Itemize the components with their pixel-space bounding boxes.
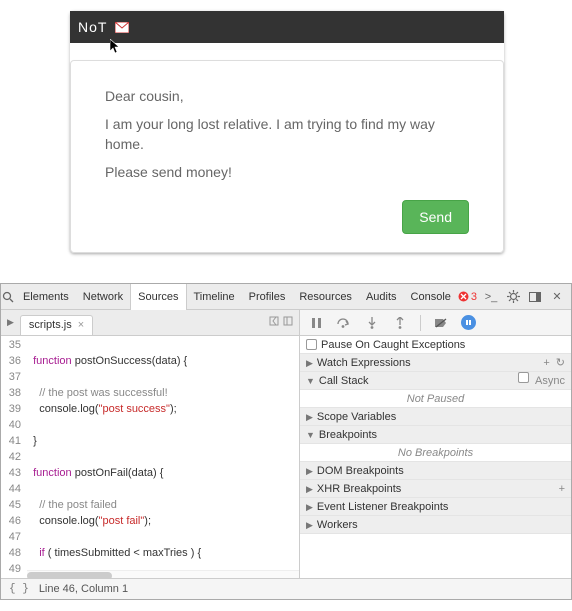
code-editor[interactable]: 3536373839404142434445464748495051525354… [1,336,299,580]
file-tab[interactable]: scripts.js × [20,315,93,335]
pause-exceptions-icon[interactable] [461,315,476,330]
devtools-footer: { } Line 46, Column 1 [1,578,571,599]
pause-icon[interactable] [308,315,324,331]
dock-icon[interactable] [527,289,543,305]
xhr-bp-header[interactable]: ▶XHR Breakpoints+ [300,480,571,498]
cursor-icon [110,39,122,58]
tab-timeline[interactable]: Timeline [187,284,242,310]
workers-header[interactable]: ▶Workers [300,516,571,534]
pause-caught-row[interactable]: Pause On Caught Exceptions [300,336,571,354]
app-header: NoT [70,11,504,43]
code-text: function postOnSuccess(data) { // the po… [27,336,299,580]
email-line: Dear cousin, [105,86,469,106]
drawer-icon[interactable]: >_ [483,289,499,305]
event-bp-header[interactable]: ▶Event Listener Breakpoints [300,498,571,516]
breakpoints-header[interactable]: ▼Breakpoints [300,426,571,444]
step-over-icon[interactable] [336,315,352,331]
scope-header[interactable]: ▶Scope Variables [300,408,571,426]
tab-elements[interactable]: Elements [16,284,76,310]
cursor-position: Line 46, Column 1 [39,583,128,595]
close-file-icon[interactable]: × [78,315,84,335]
add-icon[interactable]: + [559,480,565,498]
email-line: Please send money! [105,162,469,182]
gear-icon[interactable] [505,289,521,305]
devtools-panel: Elements Network Sources Timeline Profil… [0,283,572,600]
tab-audits[interactable]: Audits [359,284,404,310]
search-icon[interactable] [1,289,16,305]
email-compose-card: Dear cousin, I am your long lost relativ… [70,60,504,253]
sidebar-toggle-icon[interactable] [283,316,293,329]
tab-sources[interactable]: Sources [130,284,186,310]
app-title: NoT [78,19,107,35]
add-icon[interactable]: + [543,354,549,372]
not-paused-note: Not Paused [300,390,571,408]
file-name: scripts.js [29,315,72,335]
step-out-icon[interactable] [392,315,408,331]
devtools-tabs: Elements Network Sources Timeline Profil… [1,284,571,310]
checkbox[interactable] [306,339,317,350]
tab-console[interactable]: Console [404,284,458,310]
no-breakpoints-note: No Breakpoints [300,444,571,462]
pretty-print-icon[interactable]: { } [9,583,29,595]
line-gutter: 3536373839404142434445464748495051525354… [1,336,27,580]
email-line: I am your long lost relative. I am tryin… [105,114,469,154]
prev-icon[interactable] [269,316,279,329]
callstack-header[interactable]: ▼Call StackAsync [300,372,571,390]
dom-bp-header[interactable]: ▶DOM Breakpoints [300,462,571,480]
refresh-icon[interactable]: ↻ [556,354,565,372]
step-into-icon[interactable] [364,315,380,331]
tab-profiles[interactable]: Profiles [242,284,293,310]
tab-resources[interactable]: Resources [292,284,359,310]
deactivate-bp-icon[interactable] [433,315,449,331]
watch-header[interactable]: ▶Watch Expressions+↻ [300,354,571,372]
close-icon[interactable]: ✕ [549,289,565,305]
debugger-sidebar: Pause On Caught Exceptions ▶Watch Expres… [299,336,571,580]
error-badge[interactable]: 3 [458,291,477,303]
tab-network[interactable]: Network [76,284,130,310]
checkbox[interactable] [518,372,529,383]
navigator-toggle-icon[interactable]: ▶ [1,317,20,328]
send-button[interactable]: Send [402,200,469,234]
